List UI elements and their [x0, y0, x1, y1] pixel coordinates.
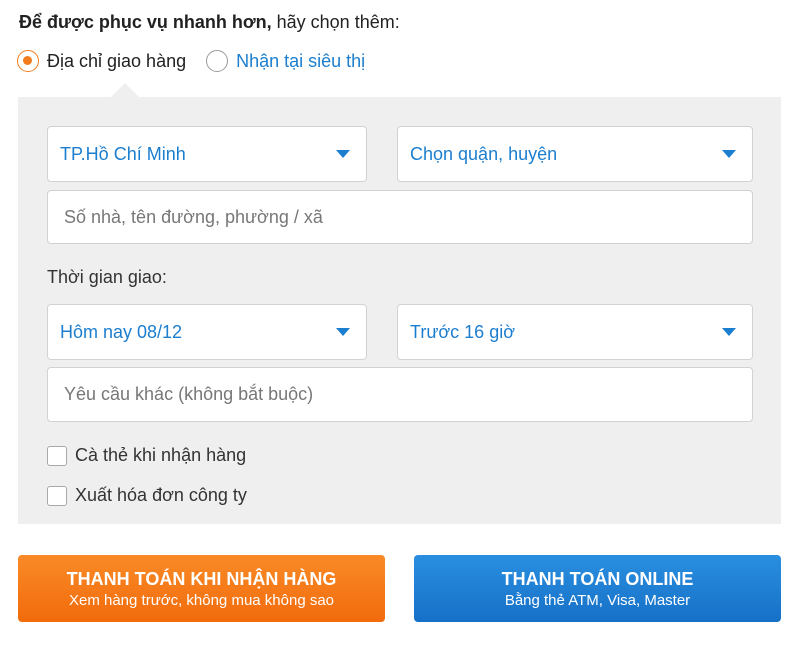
dropdown-caret-icon [336, 328, 350, 336]
street-address-input[interactable]: Số nhà, tên đường, phường / xã [47, 190, 753, 244]
checkbox-card-on-delivery[interactable]: Cà thẻ khi nhận hàng [47, 445, 246, 466]
intro-rest: hãy chọn thêm: [271, 12, 400, 32]
street-address-placeholder: Số nhà, tên đường, phường / xã [64, 206, 323, 227]
intro-bold: Để được phục vụ nhanh hơn, [19, 12, 272, 32]
radio-unselected-icon [206, 50, 229, 72]
checkbox-card-on-delivery-label: Cà thẻ khi nhận hàng [75, 445, 247, 465]
city-select[interactable]: TP.Hồ Chí Minh [47, 126, 367, 182]
delivery-day-value: Hôm nay 08/12 [60, 321, 183, 342]
pay-online-title: THANH TOÁN ONLINE [501, 568, 694, 589]
delivery-option-group: Địa chỉ giao hàng Nhận tại siêu thị [17, 50, 365, 72]
district-select-value: Chọn quận, huyện [410, 143, 558, 164]
pay-online-subtitle: Bằng thẻ ATM, Visa, Master [504, 591, 691, 609]
dropdown-caret-icon [336, 150, 350, 158]
intro-text: Để được phục vụ nhanh hơn, hãy chọn thêm… [19, 12, 400, 33]
checkbox-icon [47, 485, 67, 506]
checkbox-icon [47, 445, 67, 466]
panel-pointer [110, 83, 140, 98]
radio-delivery-address-label: Địa chỉ giao hàng [47, 50, 187, 71]
dropdown-caret-icon [722, 150, 736, 158]
delivery-day-select[interactable]: Hôm nay 08/12 [47, 304, 367, 360]
checkbox-company-invoice-label: Xuất hóa đơn công ty [75, 485, 247, 505]
pay-on-delivery-button[interactable]: THANH TOÁN KHI NHẬN HÀNG Xem hàng trước,… [18, 555, 385, 622]
district-select[interactable]: Chọn quận, huyện [397, 126, 753, 182]
delivery-time-value: Trước 16 giờ [410, 321, 516, 342]
notes-input[interactable]: Yêu cầu khác (không bắt buộc) [47, 367, 753, 422]
radio-delivery-address[interactable]: Địa chỉ giao hàng [17, 50, 186, 72]
notes-placeholder: Yêu cầu khác (không bắt buộc) [64, 384, 314, 404]
pay-on-delivery-subtitle: Xem hàng trước, không mua không sao [68, 591, 335, 609]
city-select-value: TP.Hồ Chí Minh [60, 143, 186, 164]
pay-online-button[interactable]: THANH TOÁN ONLINE Bằng thẻ ATM, Visa, Ma… [414, 555, 781, 622]
checkbox-company-invoice[interactable]: Xuất hóa đơn công ty [47, 485, 247, 506]
radio-store-pickup-label: Nhận tại siêu thị [236, 50, 366, 71]
pay-on-delivery-title: THANH TOÁN KHI NHẬN HÀNG [66, 568, 337, 589]
delivery-time-label: Thời gian giao: [47, 267, 167, 287]
delivery-time-select[interactable]: Trước 16 giờ [397, 304, 753, 360]
radio-store-pickup[interactable]: Nhận tại siêu thị [206, 50, 365, 72]
dropdown-caret-icon [722, 328, 736, 336]
radio-selected-icon [17, 50, 39, 72]
